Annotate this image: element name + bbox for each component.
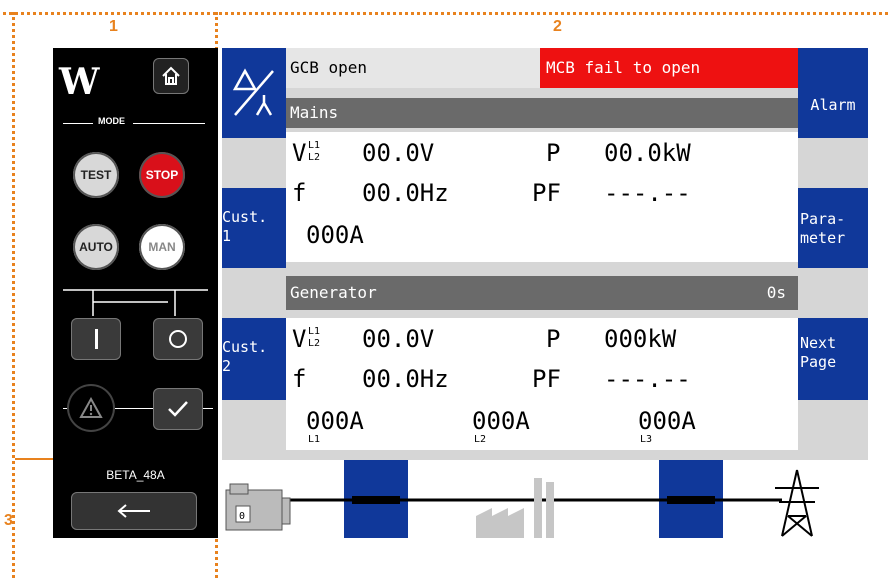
mcb-contact-icon bbox=[667, 496, 715, 504]
mode-line-left bbox=[63, 123, 93, 124]
generator-pf-label: PF bbox=[532, 365, 561, 393]
generator-pf-value: ---.-- bbox=[604, 365, 691, 393]
single-line-diagram: 0 bbox=[222, 460, 868, 538]
generator-phase-l1: L1 bbox=[308, 434, 321, 445]
annotation-border-top bbox=[3, 12, 888, 15]
breaker-open-button[interactable] bbox=[153, 318, 203, 360]
mains-frequency-label: f bbox=[292, 179, 307, 207]
alarm-button[interactable] bbox=[67, 384, 115, 432]
generator-phase-l3: L3 bbox=[640, 434, 653, 445]
home-button[interactable] bbox=[153, 58, 189, 94]
generator-voltage-value: 00.0V bbox=[362, 325, 435, 353]
warning-icon bbox=[79, 397, 103, 418]
mains-pf-value: ---.-- bbox=[604, 179, 691, 207]
generator-power-label: P bbox=[546, 325, 561, 353]
annotation-label-2: 2 bbox=[553, 18, 562, 35]
woodward-logo: W bbox=[59, 61, 100, 103]
nav-spacer bbox=[222, 268, 286, 318]
display-screen: Cust. 1 Cust. 2 Alarm Para- meter Next P… bbox=[222, 48, 868, 538]
mode-label: MODE bbox=[98, 116, 125, 126]
next-page-button[interactable]: Next Page bbox=[798, 318, 868, 400]
delta-wye-icon bbox=[232, 68, 274, 116]
test-button[interactable]: TEST bbox=[73, 152, 119, 198]
auto-button[interactable]: AUTO bbox=[73, 224, 119, 270]
mains-header: Mains bbox=[286, 98, 798, 128]
mains-power-label: P bbox=[546, 139, 561, 167]
generator-header-label: Generator bbox=[290, 283, 377, 302]
genset-icon bbox=[225, 483, 291, 531]
mains-voltage-label: V bbox=[292, 139, 307, 167]
mcb-alarm-status: MCB fail to open bbox=[540, 48, 798, 88]
generator-current-l1: 000A bbox=[306, 407, 364, 435]
generator-current-l3: 000A bbox=[638, 407, 696, 435]
close-symbol-icon bbox=[94, 329, 98, 349]
generator-phase-l2: L2 bbox=[474, 434, 487, 445]
acknowledge-button[interactable] bbox=[153, 388, 203, 430]
mains-values-panel: V L1 L2 00.0V P 00.0kW f 00.0Hz PF ---.-… bbox=[286, 132, 798, 262]
arrow-left-icon bbox=[117, 504, 150, 518]
open-symbol-icon bbox=[169, 330, 187, 348]
mains-voltage-phase-bottom: L2 bbox=[308, 152, 321, 163]
gcb-status: GCB open bbox=[286, 48, 540, 88]
home-icon bbox=[162, 66, 180, 85]
stop-button[interactable]: STOP bbox=[139, 152, 185, 198]
generator-frequency-label: f bbox=[292, 365, 307, 393]
generator-header: Generator 0s bbox=[286, 276, 798, 310]
one-line-svg: 0 bbox=[225, 460, 819, 538]
annotation-border-left bbox=[12, 12, 15, 578]
parameter-button[interactable]: Para- meter bbox=[798, 188, 868, 268]
mode-symbol-button[interactable] bbox=[222, 48, 286, 138]
generator-voltage-phase-top: L1 bbox=[308, 326, 321, 337]
cust1-button[interactable]: Cust. 1 bbox=[222, 188, 286, 268]
mains-frequency-value: 00.0Hz bbox=[362, 179, 449, 207]
control-panel: W MODE TEST STOP AUTO MAN BETA_48A bbox=[53, 48, 218, 538]
mains-voltage-value: 00.0V bbox=[362, 139, 435, 167]
gcb-contact-icon bbox=[352, 496, 400, 504]
factory-icon bbox=[476, 478, 554, 538]
generator-voltage-label: V bbox=[292, 325, 307, 353]
generator-values-panel: V L1 L2 00.0V P 000kW f 00.0Hz PF ---.--… bbox=[286, 318, 798, 450]
generator-power-value: 000kW bbox=[604, 325, 677, 353]
mode-line-right bbox=[133, 123, 205, 124]
transmission-tower-icon bbox=[775, 469, 819, 537]
generator-frequency-value: 00.0Hz bbox=[362, 365, 449, 393]
annotation-label-3: 3 bbox=[4, 512, 13, 529]
mains-current-value: 000A bbox=[306, 221, 364, 249]
mains-voltage-phase-top: L1 bbox=[308, 140, 321, 151]
genset-digit: 0 bbox=[239, 511, 245, 522]
mains-power-value: 00.0kW bbox=[604, 139, 691, 167]
generator-current-l2: 000A bbox=[472, 407, 530, 435]
checkmark-icon bbox=[168, 401, 188, 417]
mains-pf-label: PF bbox=[532, 179, 561, 207]
man-button[interactable]: MAN bbox=[139, 224, 185, 270]
back-button[interactable] bbox=[71, 492, 197, 530]
annotation-label-1: 1 bbox=[109, 18, 118, 35]
cust2-button[interactable]: Cust. 2 bbox=[222, 318, 286, 400]
generator-timer: 0s bbox=[766, 283, 786, 302]
alarm-nav-button[interactable]: Alarm bbox=[798, 48, 868, 138]
generator-voltage-phase-bottom: L2 bbox=[308, 338, 321, 349]
nav-spacer bbox=[222, 138, 286, 188]
breaker-close-button[interactable] bbox=[71, 318, 121, 360]
device-name: BETA_48A bbox=[106, 468, 165, 482]
